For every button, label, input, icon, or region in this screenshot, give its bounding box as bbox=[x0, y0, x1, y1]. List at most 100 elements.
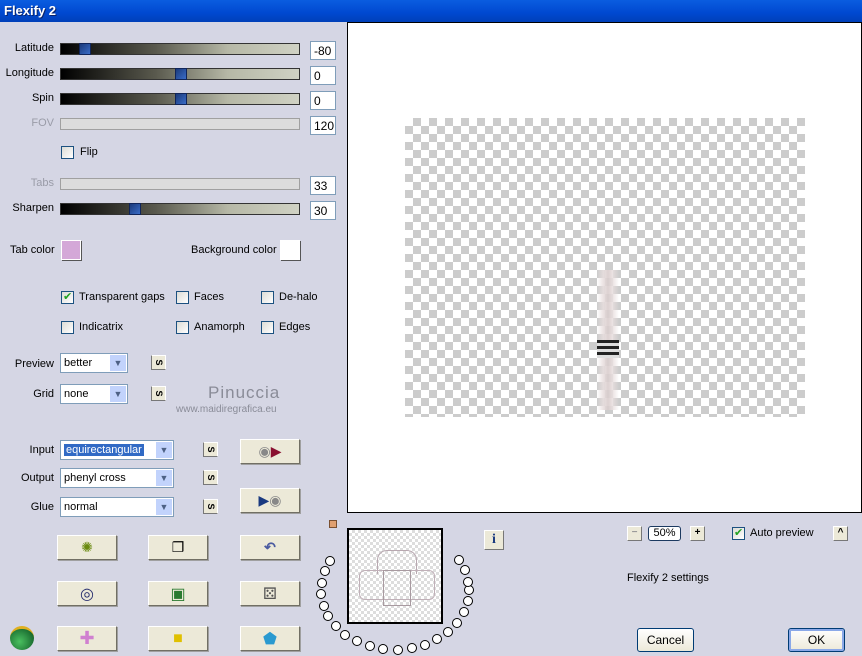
faces-checkbox[interactable] bbox=[176, 291, 189, 304]
latitude-value-input[interactable]: -80 bbox=[310, 41, 336, 60]
tab-color-swatch[interactable] bbox=[61, 240, 81, 260]
preview-label: Preview bbox=[14, 358, 54, 370]
tabs-value-input[interactable]: 33 bbox=[310, 176, 336, 195]
latitude-label: Latitude bbox=[14, 42, 54, 54]
zoom-in-button[interactable]: + bbox=[690, 526, 705, 541]
glue-value: normal bbox=[64, 501, 98, 513]
sharpen-slider-thumb[interactable] bbox=[129, 203, 141, 215]
page-dot[interactable] bbox=[458, 607, 469, 618]
page-dot[interactable] bbox=[323, 611, 334, 622]
window-title: Flexify 2 bbox=[4, 3, 57, 18]
background-color-swatch[interactable] bbox=[280, 240, 300, 260]
indicatrix-label: Indicatrix bbox=[79, 321, 124, 333]
title-bar bbox=[0, 0, 862, 22]
disc-icon: ◉ bbox=[269, 492, 282, 508]
spin-slider[interactable] bbox=[60, 93, 300, 105]
page-dot[interactable] bbox=[420, 639, 431, 650]
cancel-button[interactable]: Cancel bbox=[637, 628, 694, 652]
brick-button[interactable]: ■ bbox=[148, 626, 208, 651]
page-dot[interactable] bbox=[462, 596, 473, 607]
glue-s-button[interactable]: S bbox=[203, 499, 218, 514]
globe-icon: ✺ bbox=[81, 539, 93, 555]
page-dot[interactable] bbox=[319, 566, 330, 577]
transparent-gaps-label: Transparent gaps bbox=[79, 291, 165, 303]
chevron-down-icon: ▼ bbox=[156, 470, 172, 486]
ok-button[interactable]: OK bbox=[788, 628, 845, 652]
page-dot[interactable] bbox=[406, 643, 417, 654]
preview-s-button[interactable]: S bbox=[151, 355, 166, 370]
page-dot[interactable] bbox=[330, 621, 341, 632]
spin-value-input[interactable]: 0 bbox=[310, 91, 336, 110]
page-dot[interactable] bbox=[378, 644, 389, 655]
flaming-pear-logo-icon[interactable] bbox=[10, 626, 34, 650]
page-dot[interactable] bbox=[459, 565, 470, 576]
grid-s-button[interactable]: S bbox=[151, 386, 166, 401]
longitude-slider-thumb[interactable] bbox=[175, 68, 187, 80]
page-dot[interactable] bbox=[432, 634, 443, 645]
sharpen-value-input[interactable]: 30 bbox=[310, 201, 336, 220]
save-preset-button[interactable]: ▶ ◉ bbox=[240, 488, 300, 513]
latitude-slider-thumb[interactable] bbox=[79, 43, 91, 55]
info-button[interactable]: i bbox=[484, 530, 504, 550]
latitude-slider[interactable] bbox=[60, 43, 300, 55]
page-dot[interactable] bbox=[351, 636, 362, 647]
torus-button[interactable]: ◎ bbox=[57, 581, 117, 606]
grid-label: Grid bbox=[33, 388, 54, 400]
load-preset-button[interactable]: ◉ ▶ bbox=[240, 439, 300, 464]
zoom-level: 50% bbox=[648, 526, 681, 541]
thumbnail-navigator[interactable] bbox=[347, 528, 443, 624]
sharpen-label: Sharpen bbox=[12, 202, 54, 214]
edges-checkbox[interactable] bbox=[261, 321, 274, 334]
polyhedron-button[interactable]: ⬟ bbox=[240, 626, 300, 651]
randomize-all-button[interactable]: ✺ bbox=[57, 535, 117, 560]
page-dot[interactable] bbox=[316, 589, 327, 600]
tabs-label: Tabs bbox=[30, 177, 54, 189]
random-button[interactable]: ⚄ bbox=[240, 581, 300, 606]
de-halo-label: De-halo bbox=[279, 291, 318, 303]
spin-slider-thumb[interactable] bbox=[175, 93, 187, 105]
auto-preview-label: Auto preview bbox=[750, 527, 814, 539]
output-s-button[interactable]: S bbox=[203, 470, 218, 485]
tabs-slider[interactable] bbox=[60, 178, 300, 190]
page-dot[interactable] bbox=[316, 577, 327, 588]
cross-button[interactable]: ✚ bbox=[57, 626, 117, 651]
frame-button[interactable]: ▣ bbox=[148, 581, 208, 606]
zoom-out-button[interactable]: − bbox=[627, 526, 642, 541]
auto-preview-checkbox[interactable] bbox=[732, 526, 745, 540]
flip-label: Flip bbox=[80, 146, 98, 158]
de-halo-checkbox[interactable] bbox=[261, 291, 274, 304]
page-dot[interactable] bbox=[340, 629, 351, 640]
input-select[interactable]: equirectangular ▼ bbox=[60, 440, 174, 460]
orange-marker-icon[interactable] bbox=[329, 520, 337, 528]
chevron-down-icon: ▼ bbox=[110, 355, 126, 371]
page-dot[interactable] bbox=[463, 576, 474, 587]
collapse-button[interactable]: ^ bbox=[833, 526, 848, 541]
chevron-down-icon: ▼ bbox=[110, 386, 126, 402]
page-dot[interactable] bbox=[454, 555, 465, 565]
preview-select[interactable]: better ▼ bbox=[60, 353, 128, 373]
fov-slider[interactable] bbox=[60, 118, 300, 130]
undo-button[interactable]: ↶ bbox=[240, 535, 300, 560]
copy-button[interactable]: ❐ bbox=[148, 535, 208, 560]
preview-canvas[interactable] bbox=[347, 22, 862, 513]
fov-value-input[interactable]: 120 bbox=[310, 116, 336, 135]
sharpen-slider[interactable] bbox=[60, 203, 300, 215]
glue-select[interactable]: normal ▼ bbox=[60, 497, 174, 517]
page-dot[interactable] bbox=[452, 617, 463, 628]
input-label: Input bbox=[29, 444, 54, 456]
page-dot[interactable] bbox=[325, 555, 336, 566]
chevron-down-icon: ▼ bbox=[156, 442, 172, 458]
anamorph-checkbox[interactable] bbox=[176, 321, 189, 334]
page-dot[interactable] bbox=[392, 644, 403, 655]
page-dot[interactable] bbox=[443, 626, 454, 637]
output-select[interactable]: phenyl cross ▼ bbox=[60, 468, 174, 488]
flip-checkbox[interactable] bbox=[61, 146, 74, 159]
grid-select[interactable]: none ▼ bbox=[60, 384, 128, 404]
page-dot[interactable] bbox=[318, 600, 329, 611]
page-dot[interactable] bbox=[364, 641, 375, 652]
longitude-value-input[interactable]: 0 bbox=[310, 66, 336, 85]
input-s-button[interactable]: S bbox=[203, 442, 218, 457]
longitude-slider[interactable] bbox=[60, 68, 300, 80]
transparent-gaps-checkbox[interactable] bbox=[61, 290, 74, 304]
indicatrix-checkbox[interactable] bbox=[61, 321, 74, 334]
